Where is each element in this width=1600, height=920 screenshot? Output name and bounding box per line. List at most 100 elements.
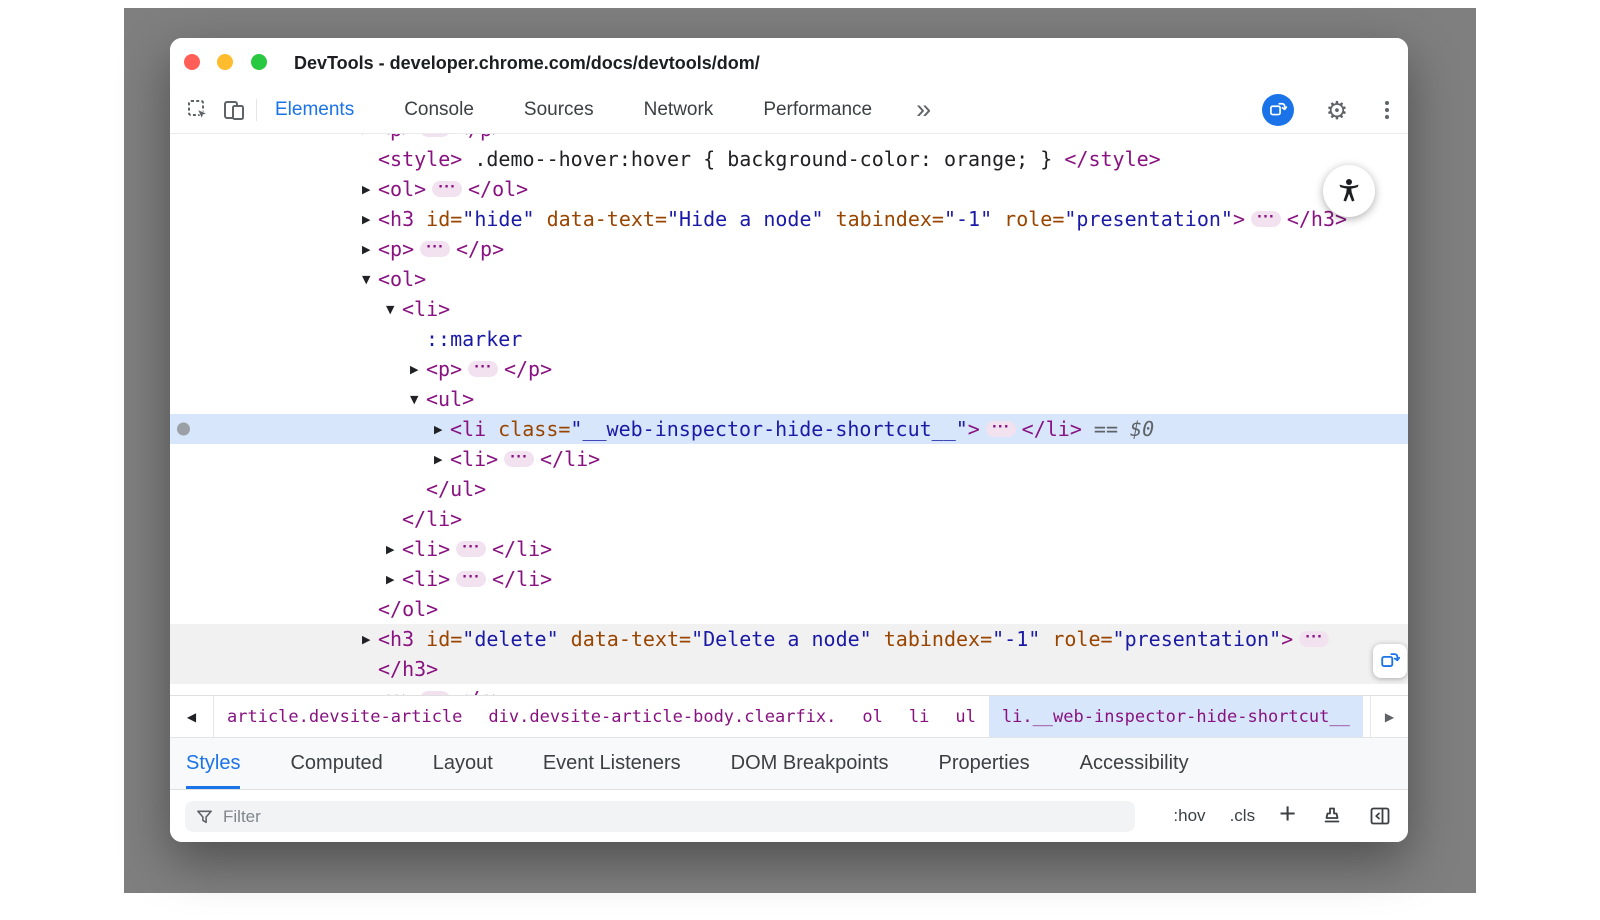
filter-input[interactable] bbox=[223, 807, 1125, 827]
dom-tree-row[interactable]: ▶<ol>···</ol> bbox=[170, 174, 1408, 204]
floating-capture-button[interactable] bbox=[1373, 644, 1407, 678]
ellipsis-expander[interactable]: ··· bbox=[986, 421, 1016, 437]
minimize-button[interactable] bbox=[217, 54, 233, 70]
disclosure-triangle-icon[interactable]: ▼ bbox=[386, 304, 402, 315]
breadcrumb-item[interactable]: article.devsite-article bbox=[214, 696, 475, 737]
dom-tree-row[interactable]: ▶<h3 id="hide" data-text="Hide a node" t… bbox=[170, 204, 1408, 234]
code-token: <p> bbox=[426, 357, 462, 381]
dom-tree-row[interactable]: ▶<p> ··· </p> bbox=[170, 354, 1408, 384]
new-style-rule-icon[interactable]: + bbox=[1279, 800, 1296, 829]
filter-input-wrap[interactable] bbox=[185, 801, 1135, 832]
ellipsis-expander[interactable]: ··· bbox=[420, 134, 450, 137]
tab-dom-breakpoints[interactable]: DOM Breakpoints bbox=[731, 738, 889, 789]
breadcrumb-item[interactable]: li bbox=[896, 696, 942, 737]
ellipsis-expander[interactable]: ··· bbox=[504, 451, 534, 467]
code-token: <li> bbox=[402, 537, 450, 561]
zoom-button[interactable] bbox=[251, 54, 267, 70]
devtools-window: DevTools - developer.chrome.com/docs/dev… bbox=[170, 38, 1408, 842]
dom-tree-row[interactable]: ▶<li>···</li> bbox=[170, 564, 1408, 594]
disclosure-triangle-icon[interactable]: ▶ bbox=[362, 634, 378, 645]
disclosure-triangle-icon[interactable]: ▶ bbox=[362, 134, 378, 135]
stamp-icon[interactable] bbox=[1320, 804, 1344, 828]
tab-styles[interactable]: Styles bbox=[186, 738, 240, 789]
disclosure-triangle-icon[interactable]: ▼ bbox=[362, 274, 378, 285]
code-token: .demo--hover:hover { background-color: o… bbox=[462, 147, 1064, 171]
code-token: "Hide a node" bbox=[667, 207, 824, 231]
code-token: <ol> bbox=[378, 267, 426, 291]
capture-icon[interactable] bbox=[1262, 94, 1294, 126]
code-token: </p> bbox=[504, 357, 552, 381]
breadcrumb-item[interactable]: li.__web-inspector-hide-shortcut__ bbox=[989, 696, 1363, 737]
ellipsis-expander[interactable]: ··· bbox=[456, 571, 486, 587]
code-token: </li> bbox=[540, 447, 600, 471]
dom-tree-row[interactable]: ▶<li class="__web-inspector-hide-shortcu… bbox=[170, 414, 1408, 444]
toggle-element-state-button[interactable]: :hov bbox=[1173, 806, 1205, 826]
disclosure-triangle-icon[interactable]: ▼ bbox=[410, 394, 426, 405]
ellipsis-expander[interactable]: ··· bbox=[432, 181, 462, 197]
dom-tree-row[interactable]: ::marker bbox=[170, 324, 1408, 354]
dom-tree-row[interactable]: ▶<p>···</p> bbox=[170, 234, 1408, 264]
dom-tree-row[interactable]: ▶<li>···</li> bbox=[170, 534, 1408, 564]
dom-tree-row[interactable]: </ul> bbox=[170, 474, 1408, 504]
disclosure-triangle-icon[interactable]: ▶ bbox=[434, 424, 450, 435]
dom-tree-row[interactable]: ▼<ol> bbox=[170, 264, 1408, 294]
device-toolbar-icon[interactable] bbox=[216, 92, 252, 128]
tab-console[interactable]: Console bbox=[404, 99, 474, 121]
code-token: > bbox=[1233, 207, 1245, 231]
disclosure-triangle-icon[interactable]: ▶ bbox=[410, 364, 426, 375]
ellipsis-expander[interactable]: ··· bbox=[1299, 631, 1329, 647]
tab-accessibility[interactable]: Accessibility bbox=[1080, 738, 1189, 789]
toggle-sidebar-icon[interactable] bbox=[1368, 804, 1392, 828]
dom-tree-row[interactable]: ▼<ul> bbox=[170, 384, 1408, 414]
code-token: role= bbox=[1040, 627, 1112, 651]
dom-tree-row[interactable]: ▶<h3 id="delete" data-text="Delete a nod… bbox=[170, 624, 1408, 654]
dom-tree-row[interactable]: ▼<li> bbox=[170, 294, 1408, 324]
code-token: <h3 bbox=[378, 627, 414, 651]
dom-tree-row[interactable]: </ol> bbox=[170, 594, 1408, 624]
close-button[interactable] bbox=[184, 54, 200, 70]
breadcrumb-item[interactable]: ol bbox=[849, 696, 895, 737]
code-token: <li> bbox=[402, 567, 450, 591]
inspect-element-icon[interactable] bbox=[180, 92, 216, 128]
disclosure-triangle-icon[interactable]: ▶ bbox=[362, 244, 378, 255]
devtools-toolbar: Elements Console Sources Network Performance… bbox=[170, 86, 1408, 134]
more-options-icon[interactable] bbox=[1380, 96, 1394, 124]
tab-event-listeners[interactable]: Event Listeners bbox=[543, 738, 681, 789]
tab-computed[interactable]: Computed bbox=[290, 738, 382, 789]
ellipsis-expander[interactable]: ··· bbox=[1251, 211, 1281, 227]
disclosure-triangle-icon[interactable]: ▶ bbox=[386, 574, 402, 585]
dom-tree-row[interactable]: <style> .demo--hover:hover { background-… bbox=[170, 144, 1408, 174]
tab-properties[interactable]: Properties bbox=[939, 738, 1030, 789]
dom-tree-row[interactable]: ▶<p>···</p> bbox=[170, 684, 1408, 695]
disclosure-triangle-icon[interactable]: ▶ bbox=[386, 544, 402, 555]
disclosure-triangle-icon[interactable]: ▶ bbox=[362, 214, 378, 225]
code-token: id= bbox=[414, 627, 462, 651]
tab-elements[interactable]: Elements bbox=[275, 99, 354, 121]
ellipsis-expander[interactable]: ··· bbox=[468, 361, 498, 377]
capture-icon bbox=[1379, 650, 1401, 672]
code-token: <ul> bbox=[426, 387, 474, 411]
code-token: </li> bbox=[402, 507, 462, 531]
tab-layout[interactable]: Layout bbox=[433, 738, 493, 789]
dom-tree-row[interactable]: </h3> bbox=[170, 654, 1408, 684]
disclosure-triangle-icon[interactable]: ▶ bbox=[434, 454, 450, 465]
toggle-class-button[interactable]: .cls bbox=[1230, 806, 1256, 826]
breadcrumb-scroll-left-icon[interactable]: ◀ bbox=[170, 696, 214, 737]
dom-tree-row[interactable]: </li> bbox=[170, 504, 1408, 534]
dom-tree-row[interactable]: ▶<li>···</li> bbox=[170, 444, 1408, 474]
dom-tree-row[interactable]: ▶<p>···</p> bbox=[170, 134, 1408, 144]
breadcrumb-item[interactable]: ul bbox=[942, 696, 988, 737]
settings-gear-icon[interactable]: ⚙ bbox=[1319, 92, 1355, 128]
code-token: "hide" bbox=[462, 207, 534, 231]
ellipsis-expander[interactable]: ··· bbox=[420, 241, 450, 257]
disclosure-triangle-icon[interactable]: ▶ bbox=[362, 184, 378, 195]
breadcrumb-item[interactable]: div.devsite-article-body.clearfix. bbox=[475, 696, 849, 737]
code-token: == bbox=[1082, 417, 1130, 441]
ellipsis-expander[interactable]: ··· bbox=[456, 541, 486, 557]
tab-sources[interactable]: Sources bbox=[524, 99, 594, 121]
tab-performance[interactable]: Performance bbox=[763, 99, 872, 121]
accessibility-floating-button[interactable] bbox=[1323, 165, 1375, 217]
tab-network[interactable]: Network bbox=[644, 99, 714, 121]
more-tabs-icon[interactable]: » bbox=[916, 96, 931, 123]
breadcrumb-scroll-right-icon[interactable]: ▶ bbox=[1370, 696, 1408, 737]
